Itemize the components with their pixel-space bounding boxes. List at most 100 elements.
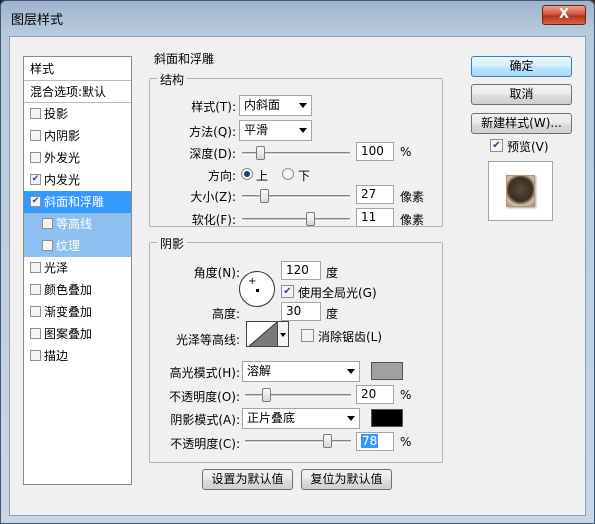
- preview-checkbox[interactable]: ✔: [490, 139, 503, 152]
- altitude-input[interactable]: 30: [281, 302, 321, 321]
- shadow-opacity-slider-track[interactable]: [245, 434, 351, 448]
- style-item-checkbox[interactable]: ✔: [30, 174, 41, 185]
- global-light-checkbox[interactable]: ✔: [281, 285, 294, 298]
- shadow-mode-label: 阴影模式(A):: [170, 413, 240, 427]
- angle-unit: 度: [326, 266, 339, 280]
- technique-select[interactable]: 平滑: [239, 120, 312, 141]
- angle-input[interactable]: 120: [281, 261, 321, 280]
- style-item[interactable]: 光泽: [24, 257, 131, 279]
- chevron-down-icon: [347, 416, 355, 421]
- soften-slider-thumb[interactable]: [306, 212, 315, 226]
- style-item-label: 颜色叠加: [44, 283, 93, 297]
- style-item[interactable]: 内阴影: [24, 125, 131, 147]
- global-light-label[interactable]: 使用全局光(G): [298, 284, 377, 301]
- style-label: 样式(T):: [191, 100, 236, 114]
- depth-unit: %: [400, 145, 412, 159]
- styles-list-header[interactable]: 样式: [24, 57, 131, 81]
- title-bar[interactable]: 图层样式 X: [1, 1, 594, 35]
- style-item[interactable]: 颜色叠加: [24, 279, 131, 301]
- highlight-opacity-label: 不透明度(O):: [169, 390, 240, 404]
- shadow-mode-select[interactable]: 正片叠底: [242, 408, 360, 429]
- style-item-checkbox[interactable]: ✔: [30, 196, 41, 207]
- style-select[interactable]: 内斜面: [239, 95, 312, 116]
- style-item-checkbox[interactable]: [30, 108, 41, 119]
- style-item-checkbox[interactable]: [30, 262, 41, 273]
- direction-label: 方向:: [207, 169, 236, 183]
- size-label: 大小(Z):: [190, 190, 236, 204]
- chevron-down-icon: [299, 128, 307, 133]
- depth-slider-track[interactable]: [242, 146, 350, 160]
- size-unit: 像素: [400, 190, 425, 204]
- style-item-label: 内发光: [44, 173, 81, 187]
- soften-slider-track[interactable]: [242, 212, 350, 226]
- direction-down-radio[interactable]: [282, 168, 294, 180]
- highlight-mode-label: 高光模式(H):: [169, 366, 240, 380]
- style-preview-swatch: [506, 175, 535, 207]
- style-item[interactable]: 渐变叠加: [24, 301, 131, 323]
- style-item-checkbox[interactable]: [30, 284, 41, 295]
- new-style-button[interactable]: 新建样式(W)...: [471, 113, 572, 134]
- direction-up-radio[interactable]: [241, 168, 253, 180]
- anti-alias-label[interactable]: 消除锯齿(L): [318, 328, 382, 345]
- highlight-opacity-input[interactable]: 20: [356, 385, 394, 404]
- style-item-label: 纹理: [56, 239, 81, 253]
- style-item[interactable]: ✔ 内发光: [24, 169, 131, 191]
- shadow-opacity-input[interactable]: 78: [356, 432, 394, 451]
- shadow-opacity-label: 不透明度(C):: [170, 437, 240, 451]
- style-item-checkbox[interactable]: [30, 350, 41, 361]
- angle-dial[interactable]: +: [239, 271, 275, 307]
- structure-title: 结构: [157, 71, 188, 88]
- style-item[interactable]: 外发光: [24, 147, 131, 169]
- chevron-down-icon: [299, 103, 307, 108]
- style-item-label: 渐变叠加: [44, 305, 93, 319]
- style-item-checkbox[interactable]: [30, 328, 41, 339]
- bevel-emboss-title: 斜面和浮雕: [151, 50, 218, 67]
- make-default-button[interactable]: 设置为默认值: [202, 469, 293, 490]
- style-item-label: 斜面和浮雕: [44, 195, 105, 209]
- anti-alias-checkbox[interactable]: [301, 329, 314, 342]
- depth-slider-thumb[interactable]: [256, 146, 265, 160]
- soften-label: 软化(F):: [191, 213, 236, 227]
- style-item[interactable]: 等高线: [24, 213, 131, 235]
- close-button[interactable]: X: [542, 5, 586, 25]
- style-item[interactable]: 纹理: [24, 235, 131, 257]
- gloss-contour-preview[interactable]: [246, 321, 278, 347]
- style-item[interactable]: 描边: [24, 345, 131, 367]
- altitude-unit: 度: [326, 307, 339, 321]
- blending-options-item[interactable]: 混合选项:默认: [24, 81, 131, 103]
- direction-up-label[interactable]: 上: [256, 167, 268, 184]
- gloss-contour-label: 光泽等高线:: [175, 333, 240, 347]
- style-item-checkbox[interactable]: [42, 218, 53, 229]
- highlight-opacity-slider-track[interactable]: [245, 388, 351, 402]
- highlight-mode-select[interactable]: 溶解: [242, 361, 360, 382]
- soften-input[interactable]: 11: [356, 208, 394, 227]
- gloss-contour-dropdown-button[interactable]: [278, 321, 289, 347]
- size-input[interactable]: 27: [356, 185, 394, 204]
- style-item[interactable]: 图案叠加: [24, 323, 131, 345]
- highlight-opacity-unit: %: [400, 388, 412, 402]
- highlight-mode-value: 溶解: [247, 364, 272, 378]
- ok-button[interactable]: 确定: [471, 56, 572, 77]
- cancel-button[interactable]: 取消: [471, 84, 572, 105]
- depth-label: 深度(D):: [189, 147, 236, 161]
- size-slider-thumb[interactable]: [260, 189, 269, 203]
- shadow-opacity-slider-thumb[interactable]: [323, 434, 332, 448]
- preview-label[interactable]: 预览(V): [507, 138, 549, 155]
- reset-default-button[interactable]: 复位为默认值: [301, 469, 392, 490]
- direction-down-label[interactable]: 下: [298, 167, 310, 184]
- size-slider-track[interactable]: [242, 189, 350, 203]
- dialog-client-area: 样式 混合选项:默认 投影 内阴影 外发光 ✔ 内发光 ✔ 斜面和浮雕 等高线 纹理 光泽 颜色叠加…: [9, 36, 586, 516]
- style-preview-thumbnail: [488, 161, 553, 221]
- style-item-checkbox[interactable]: [30, 152, 41, 163]
- soften-unit: 像素: [400, 213, 425, 227]
- style-item-checkbox[interactable]: [30, 130, 41, 141]
- highlight-color-swatch[interactable]: [371, 362, 403, 380]
- style-item[interactable]: ✔ 斜面和浮雕: [24, 191, 131, 213]
- highlight-opacity-slider-thumb[interactable]: [262, 388, 271, 402]
- style-item-checkbox[interactable]: [30, 306, 41, 317]
- dialog-title: 图层样式: [11, 13, 64, 28]
- style-item-checkbox[interactable]: [42, 240, 53, 251]
- depth-input[interactable]: 100: [356, 142, 394, 161]
- shadow-color-swatch[interactable]: [371, 409, 403, 427]
- style-item[interactable]: 投影: [24, 103, 131, 125]
